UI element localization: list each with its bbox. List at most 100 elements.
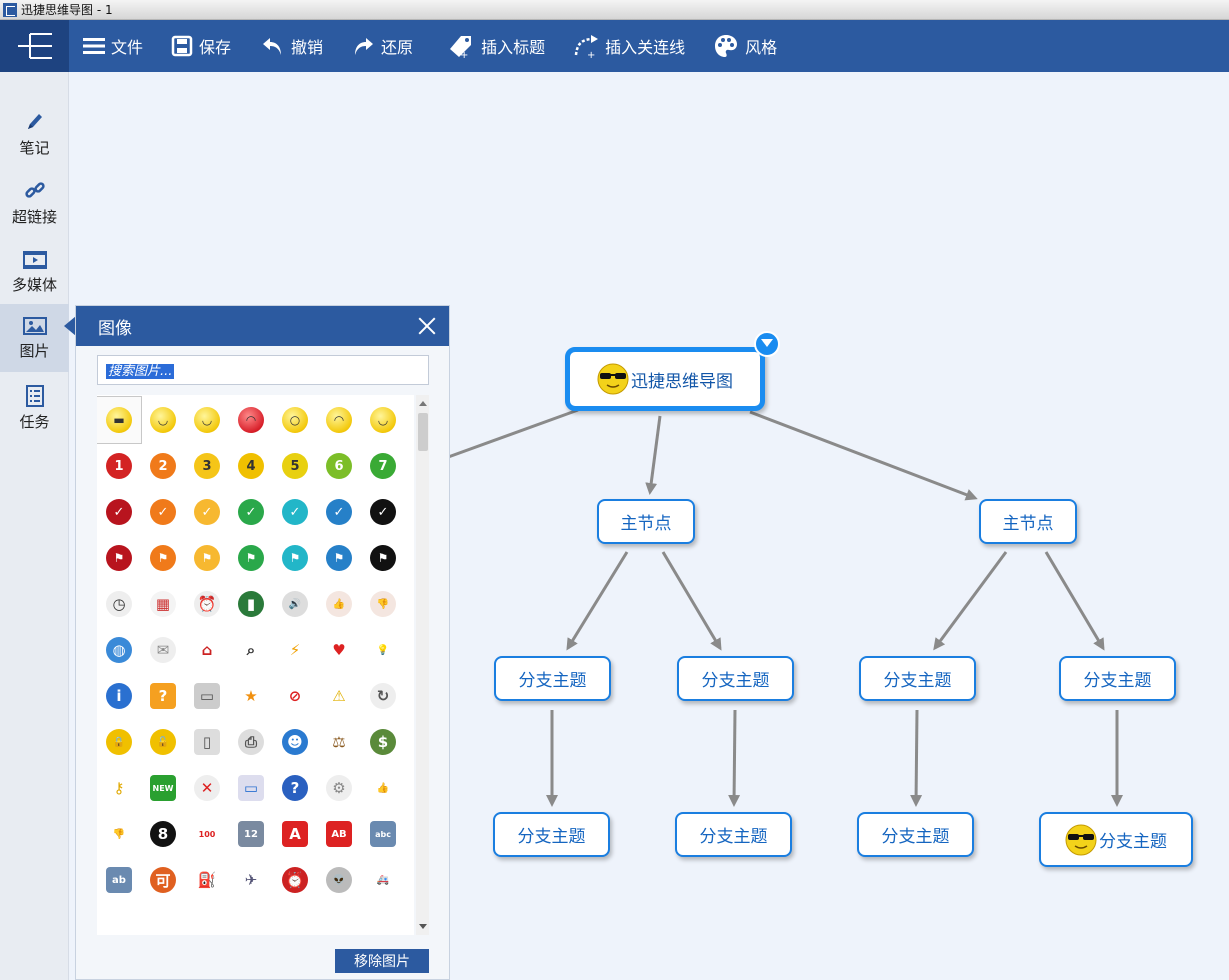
mindmap-menu-button[interactable]: [0, 20, 69, 72]
main-topic-node[interactable]: 主节点: [597, 499, 695, 544]
thumbs-up-icon[interactable]: 👍: [361, 765, 405, 811]
sidebar-item-media[interactable]: 多媒体: [0, 238, 69, 306]
check-green-icon[interactable]: ✓: [229, 489, 273, 535]
new-badge-icon[interactable]: NEW: [141, 765, 185, 811]
money-bag-icon[interactable]: $: [361, 719, 405, 765]
abcd-icon[interactable]: ab: [97, 857, 141, 903]
sidebar-item-image[interactable]: 图片: [0, 304, 69, 372]
thumbs-down-icon[interactable]: 👎: [97, 811, 141, 857]
speaker-icon[interactable]: 🔊: [273, 581, 317, 627]
lock-icon[interactable]: 🔒: [97, 719, 141, 765]
sidebar-item-hyperlink[interactable]: 超链接: [0, 169, 69, 237]
house-icon[interactable]: ⌂: [185, 627, 229, 673]
image-search-input[interactable]: 搜索图片...: [97, 355, 429, 385]
key-icon[interactable]: ⚷: [97, 765, 141, 811]
flag-black-icon[interactable]: ⚑: [361, 535, 405, 581]
thumb-up-light-icon[interactable]: 👍: [317, 581, 361, 627]
sub-topic-node[interactable]: 分支主题: [493, 812, 610, 857]
heart-icon[interactable]: ♥: [317, 627, 361, 673]
check-black-icon[interactable]: ✓: [361, 489, 405, 535]
letter-a-icon[interactable]: A: [273, 811, 317, 857]
branch-topic-node[interactable]: 分支主题: [677, 656, 794, 701]
printer-icon[interactable]: ⎙: [229, 719, 273, 765]
flag-cyan-icon[interactable]: ⚑: [273, 535, 317, 581]
thumb-down-light-icon[interactable]: 👎: [361, 581, 405, 627]
info-icon[interactable]: i: [97, 673, 141, 719]
undo-button[interactable]: 撤销: [261, 20, 323, 72]
ambulance-icon[interactable]: 🚑: [361, 857, 405, 903]
priority-6-icon[interactable]: 6: [317, 443, 361, 489]
envelope-icon[interactable]: ✉: [141, 627, 185, 673]
airplane-icon[interactable]: ✈: [229, 857, 273, 903]
gear-icon[interactable]: ⚙: [317, 765, 361, 811]
scroll-down-arrow[interactable]: [419, 924, 427, 929]
sub-topic-node[interactable]: 分支主题: [1039, 812, 1193, 867]
lightning-icon[interactable]: ⚡: [273, 627, 317, 673]
gavel-icon[interactable]: ⚖: [317, 719, 361, 765]
eight-ball-icon[interactable]: 8: [141, 811, 185, 857]
check-orange-icon[interactable]: ✓: [141, 489, 185, 535]
calendar-icon[interactable]: ▦: [141, 581, 185, 627]
save-button[interactable]: 保存: [171, 20, 231, 72]
main-topic-node[interactable]: 主节点: [979, 499, 1077, 544]
flag-red-icon[interactable]: ⚑: [97, 535, 141, 581]
monitor-icon[interactable]: ▭: [229, 765, 273, 811]
scroll-thumb[interactable]: [418, 413, 428, 451]
file-menu-button[interactable]: 文件: [83, 20, 143, 72]
priority-7-icon[interactable]: 7: [361, 443, 405, 489]
flag-yellow-icon[interactable]: ⚑: [185, 535, 229, 581]
angry-face-icon[interactable]: ◠: [229, 397, 273, 443]
hundred-icon[interactable]: 100: [185, 811, 229, 857]
sunglasses-face-icon[interactable]: ▬: [97, 396, 142, 444]
warning-icon[interactable]: ⚠: [317, 673, 361, 719]
priority-2-icon[interactable]: 2: [141, 443, 185, 489]
globe-icon[interactable]: ◍: [97, 627, 141, 673]
tower-icon[interactable]: ⛽: [185, 857, 229, 903]
close-icon[interactable]: [417, 316, 437, 336]
check-yellow-icon[interactable]: ✓: [185, 489, 229, 535]
flag-blue-icon[interactable]: ⚑: [317, 535, 361, 581]
abc-icon[interactable]: abc: [361, 811, 405, 857]
alarm-icon[interactable]: ⏰: [273, 857, 317, 903]
sidebar-item-notes[interactable]: 笔记: [0, 100, 69, 168]
priority-3-icon[interactable]: 3: [185, 443, 229, 489]
priority-1-icon[interactable]: 1: [97, 443, 141, 489]
star-icon[interactable]: ★: [229, 673, 273, 719]
insert-connector-button[interactable]: + 插入关连线: [573, 20, 685, 72]
magnifier-icon[interactable]: ⌕: [229, 627, 273, 673]
lightbulb-icon[interactable]: 💡: [361, 627, 405, 673]
numbers-1234-icon[interactable]: 12: [229, 811, 273, 857]
root-topic-node[interactable]: 迅捷思维导图: [565, 347, 765, 411]
collapse-toggle-button[interactable]: [754, 331, 780, 357]
forbidden-icon[interactable]: ⊘: [273, 673, 317, 719]
sidebar-item-task[interactable]: 任务: [0, 374, 69, 442]
priority-5-icon[interactable]: 5: [273, 443, 317, 489]
insert-label-button[interactable]: + 插入标题: [447, 20, 545, 72]
check-cyan-icon[interactable]: ✓: [273, 489, 317, 535]
icon-grid-scrollbar[interactable]: [416, 395, 429, 935]
sub-topic-node[interactable]: 分支主题: [857, 812, 974, 857]
branch-topic-node[interactable]: 分支主题: [1059, 656, 1176, 701]
alien-icon[interactable]: 👽: [317, 857, 361, 903]
branch-topic-node[interactable]: 分支主题: [494, 656, 611, 701]
remove-image-button[interactable]: 移除图片: [335, 949, 429, 973]
priority-4-icon[interactable]: 4: [229, 443, 273, 489]
clock-icon[interactable]: ◷: [97, 581, 141, 627]
book-icon[interactable]: ▮: [229, 581, 273, 627]
phone-icon[interactable]: ▯: [185, 719, 229, 765]
scroll-up-arrow[interactable]: [419, 401, 427, 406]
happy-face-icon[interactable]: ◡: [361, 397, 405, 443]
help-icon[interactable]: ?: [273, 765, 317, 811]
branch-topic-node[interactable]: 分支主题: [859, 656, 976, 701]
sub-topic-node[interactable]: 分支主题: [675, 812, 792, 857]
unlock-icon[interactable]: 🔓: [141, 719, 185, 765]
style-button[interactable]: 风格: [713, 20, 777, 72]
seal-icon[interactable]: 可: [141, 857, 185, 903]
close-x-icon[interactable]: ✕: [185, 765, 229, 811]
smile-face-icon[interactable]: ◡: [185, 397, 229, 443]
sad-face-icon[interactable]: ◠: [317, 397, 361, 443]
flag-orange-icon[interactable]: ⚑: [141, 535, 185, 581]
flag-green-icon[interactable]: ⚑: [229, 535, 273, 581]
refresh-icon[interactable]: ↻: [361, 673, 405, 719]
check-red-icon[interactable]: ✓: [97, 489, 141, 535]
